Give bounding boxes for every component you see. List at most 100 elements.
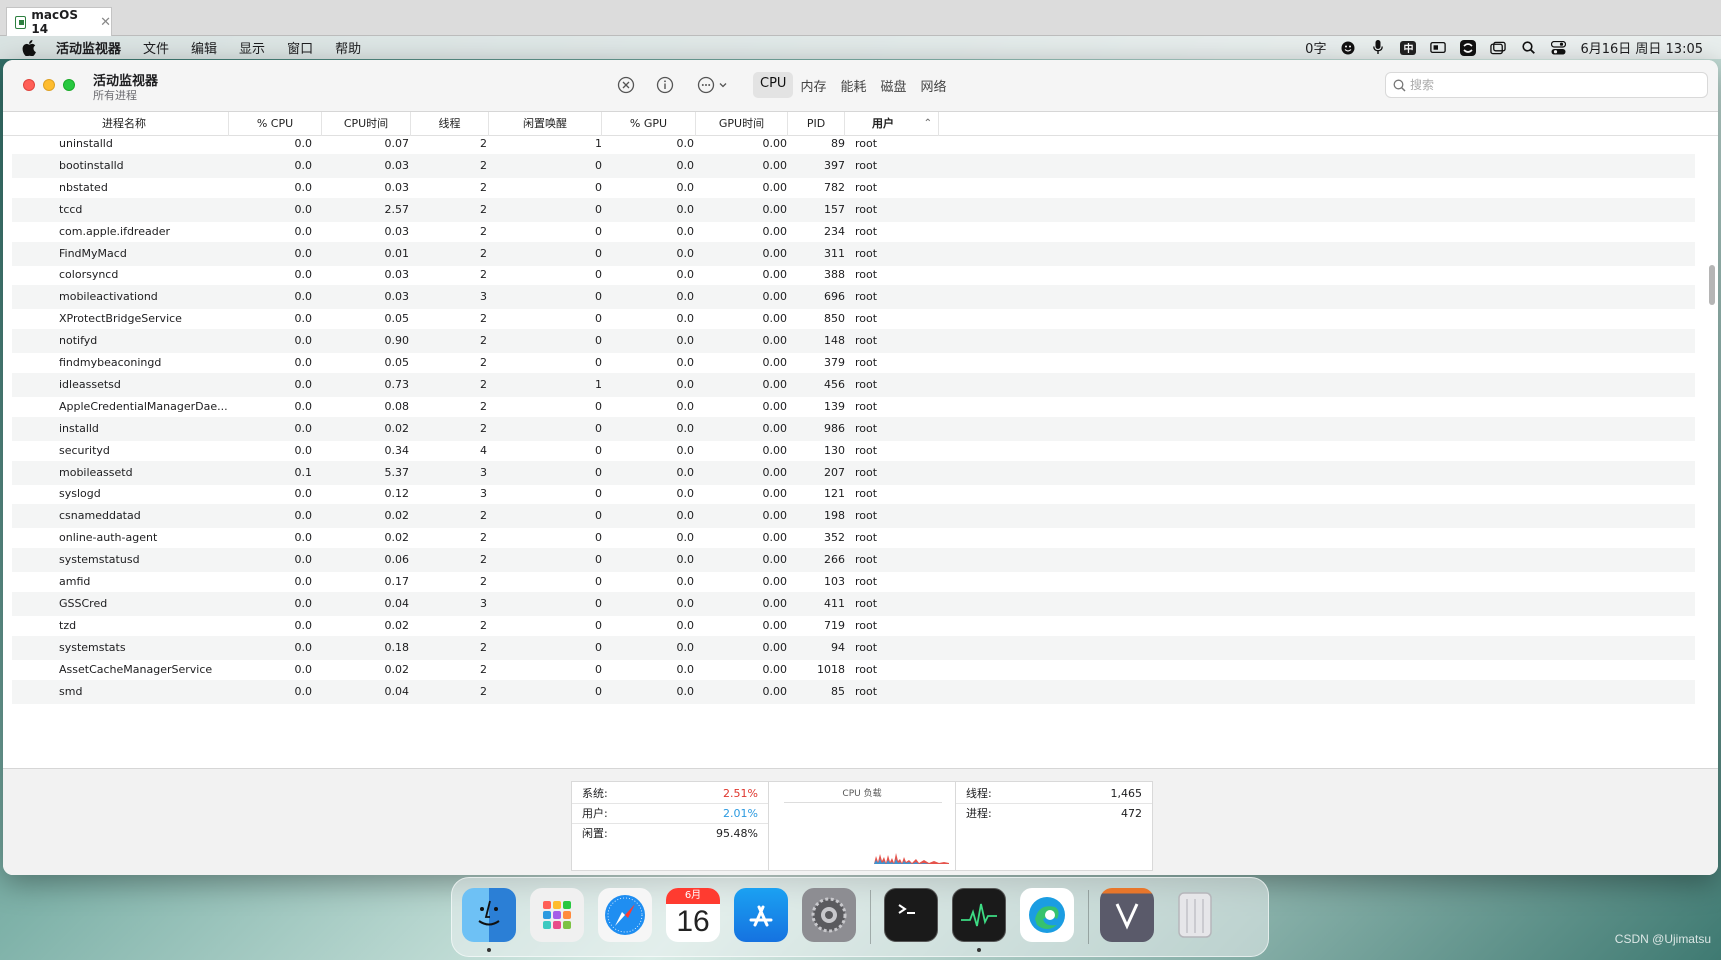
process-table: uninstalld 0.0 0.07 2 1 0.0 0.00 89 root bootinst… [12,136,1695,768]
table-row[interactable]: installd 0.0 0.02 2 0 0.0 0.00 986 root [12,416,1695,441]
column-header-gpu-time[interactable]: GPU时间 [696,112,788,136]
table-row[interactable]: GSSCred 0.0 0.04 3 0 0.0 0.00 411 root [12,591,1695,616]
table-row[interactable]: securityd 0.0 0.34 4 0 0.0 0.00 130 root [12,439,1695,463]
table-row[interactable]: colorsyncd 0.0 0.03 2 0 0.0 0.00 388 root [12,263,1695,287]
cell-gpu-percent: 0.0 [676,421,695,435]
tab-cpu[interactable]: CPU [753,72,794,98]
sync-app-icon[interactable] [1460,39,1477,56]
stop-process-button[interactable] [615,74,637,96]
table-row[interactable]: systemstats 0.0 0.18 2 0 0.0 0.00 94 root [12,635,1695,660]
inspect-process-button[interactable] [654,74,676,96]
cell-pid: 456 [824,377,845,391]
cell-gpu-percent: 0.0 [676,158,695,172]
window-minimize-button[interactable] [43,79,55,91]
column-header-cpu-time[interactable]: CPU时间 [322,112,411,136]
apple-icon[interactable] [20,39,38,57]
table-row[interactable]: notifyd 0.0 0.90 2 0 0.0 0.00 148 root [12,329,1695,354]
table-row[interactable]: AppleCredentialManagerDae... 0.0 0.08 2 0 0.0… [12,395,1695,419]
safari-icon[interactable] [598,888,652,942]
table-row[interactable]: syslogd 0.0 0.12 3 0 0.0 0.00 121 root [12,482,1695,506]
microphone-icon[interactable] [1370,40,1386,55]
vm-tab[interactable]: macOS 14 ✕ [6,7,112,36]
table-row[interactable]: idleassetsd 0.0 0.73 2 1 0.0 0.00 456 root [12,372,1695,397]
table-row[interactable]: online-auth-agent 0.0 0.02 2 0 0.0 0.00 352 root [12,526,1695,550]
thread-process-stats: 线程: 1,465 进程: 472 [955,781,1153,871]
column-header-threads[interactable]: 线程 [411,112,489,136]
app-store-icon[interactable] [734,888,788,942]
column-header-process-name[interactable]: 进程名称 [3,112,229,136]
launchpad-icon[interactable] [530,888,584,942]
table-scrollbar[interactable] [1709,265,1715,305]
menu-app-name[interactable]: 活动监视器 [56,38,121,57]
trash-icon[interactable] [1168,888,1222,942]
column-header-user[interactable]: 用户 ⌃ [845,112,939,136]
vm-tab-close-icon[interactable]: ✕ [100,15,111,30]
cell-process-name: AppleCredentialManagerDae... [59,399,228,413]
tab-energy[interactable]: 能耗 [833,72,873,98]
menu-clock[interactable]: 6月16日 周日 13:05 [1580,38,1703,57]
window-close-button[interactable] [23,79,35,91]
column-header-pid[interactable]: PID [788,112,845,136]
search-field[interactable] [1385,72,1708,98]
finder-icon[interactable] [462,888,516,942]
vim-icon[interactable] [1100,888,1154,942]
screen-record-icon[interactable] [1430,41,1447,55]
table-row[interactable]: com.apple.ifdreader 0.0 0.03 2 0 0.0 0.00 234 ro… [12,220,1695,244]
cell-gpu-time: 0.00 [762,399,788,413]
emoji-icon[interactable] [1340,41,1356,55]
table-row[interactable]: tccd 0.0 2.57 2 0 0.0 0.00 157 root [12,197,1695,222]
menu-edit[interactable]: 编辑 [191,38,217,57]
cell-gpu-percent: 0.0 [676,224,695,238]
tab-network[interactable]: 网络 [913,72,953,98]
input-method-icon[interactable]: 中 [1400,40,1417,55]
cell-gpu-percent: 0.0 [676,618,695,632]
search-input[interactable] [1410,78,1690,92]
column-header-gpu-percent[interactable]: % GPU [602,112,696,136]
table-row[interactable]: amfid 0.0 0.17 2 0 0.0 0.00 103 root [12,570,1695,594]
cell-gpu-percent: 0.0 [676,553,695,567]
table-row[interactable]: XProtectBridgeService 0.0 0.05 2 0 0.0 0.00 850… [12,307,1695,331]
window-zoom-button[interactable] [63,79,75,91]
window-switcher-icon[interactable] [1490,41,1507,55]
table-row[interactable]: systemstatusd 0.0 0.06 2 0 0.0 0.00 266 root [12,548,1695,573]
table-row[interactable]: smd 0.0 0.04 2 0 0.0 0.00 85 root [12,679,1695,704]
activity-monitor-icon[interactable] [952,888,1006,942]
cell-threads: 2 [480,202,487,216]
terminal-icon[interactable] [884,888,938,942]
word-count-status[interactable]: 0字 [1305,38,1326,57]
table-row[interactable]: tzd 0.0 0.02 2 0 0.0 0.00 719 root [12,614,1695,638]
edge-icon[interactable] [1020,888,1074,942]
tab-disk[interactable]: 磁盘 [873,72,913,98]
menu-view[interactable]: 显示 [239,38,265,57]
menu-window[interactable]: 窗口 [287,38,313,57]
system-settings-icon[interactable] [802,888,856,942]
cell-user: root [855,202,878,216]
table-row[interactable]: FindMyMacd 0.0 0.01 2 0 0.0 0.00 311 root [12,241,1695,266]
table-row[interactable]: csnameddatad 0.0 0.02 2 0 0.0 0.00 198 root [12,504,1695,529]
spotlight-search-icon[interactable] [1520,41,1536,55]
tab-memory[interactable]: 内存 [793,72,833,98]
cell-idle-wakeups: 0 [595,202,602,216]
cell-cpu-percent: 0.0 [294,377,313,391]
table-row[interactable]: AssetCacheManagerService 0.0 0.02 2 0 0.0 0.00… [12,658,1695,682]
more-actions-button[interactable] [696,74,732,96]
menu-file[interactable]: 文件 [143,38,169,57]
calendar-icon[interactable]: 6月 16 [666,888,720,942]
cell-idle-wakeups: 0 [595,465,602,479]
table-row[interactable]: mobileassetd 0.1 5.37 3 0 0.0 0.00 207 root [12,460,1695,485]
column-header-idle-wakeups[interactable]: 闲置唤醒 [489,112,602,136]
table-row[interactable]: findmybeaconingd 0.0 0.05 2 0 0.0 0.00 379 root [12,351,1695,375]
cell-idle-wakeups: 0 [595,290,602,304]
table-row[interactable]: nbstated 0.0 0.03 2 0 0.0 0.00 782 root [12,176,1695,200]
column-header-cpu-percent[interactable]: % CPU [229,112,322,136]
menu-help[interactable]: 帮助 [335,38,361,57]
cell-user: root [855,312,878,326]
control-center-icon[interactable] [1550,40,1566,55]
cell-threads: 3 [480,465,487,479]
table-row[interactable]: bootinstalld 0.0 0.03 2 0 0.0 0.00 397 root [12,153,1695,178]
window-subtitle[interactable]: 所有进程 [93,87,137,103]
cell-gpu-percent: 0.0 [676,684,695,698]
table-row[interactable]: mobileactivationd 0.0 0.03 3 0 0.0 0.00 696 root [12,285,1695,310]
cell-user: root [855,268,878,282]
cell-gpu-time: 0.00 [762,421,788,435]
